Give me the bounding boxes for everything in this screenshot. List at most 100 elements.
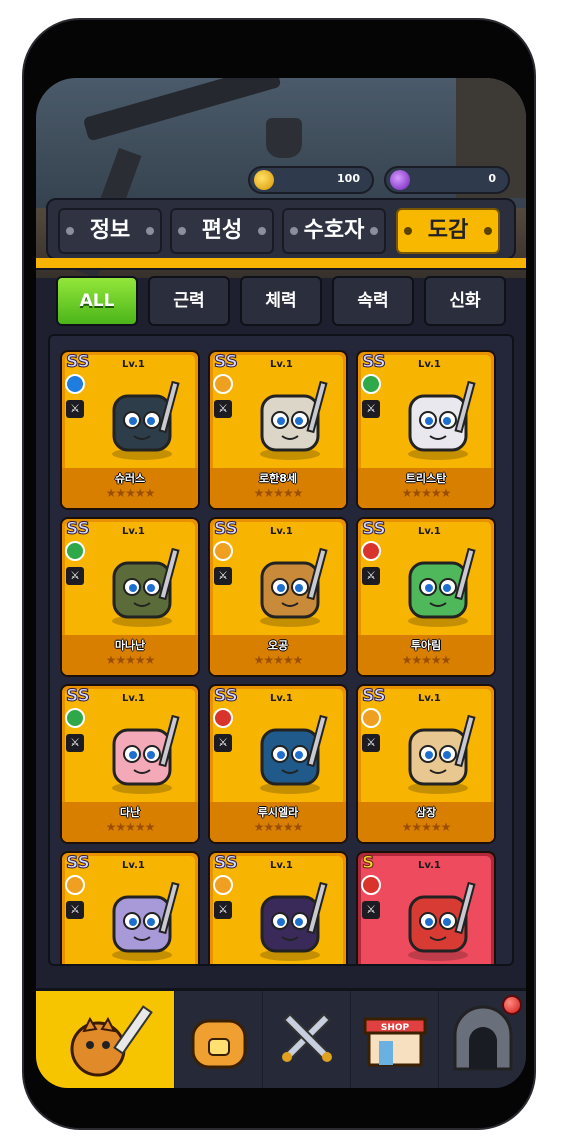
name-bar: 삼장 ★★★★★ [358,802,494,842]
crane-claw [266,118,302,158]
filter-mythic[interactable]: 신화 [424,276,506,326]
filter-strength[interactable]: 근력 [148,276,230,326]
hero-portrait [260,714,328,794]
gem-counter[interactable]: 0 [384,166,510,194]
star-rating: ★★★★★ [253,653,304,667]
hero-portrait [112,547,180,627]
rank-badge: SS [362,352,387,373]
level-label: Lv.1 [270,860,293,871]
fire-element-icon [361,541,381,561]
star-rating: ★★★★★ [401,653,452,667]
bow-class-icon: ⚔ [362,567,380,585]
main-tabs: 정보 편성 수호자 도감 [46,198,516,260]
crossed-swords-icon [282,1012,332,1062]
star-rating: ★★★★★ [253,820,304,834]
hero-card[interactable]: SS Lv.1 ⚔ 삼장 ★★★★★ [356,684,496,844]
tab-formation-label: 편성 [201,218,243,243]
name-bar: 트리스탄 ★★★★★ [358,468,494,508]
hero-name: 슈러스 [114,472,146,485]
tab-guardian-label: 수호자 [303,218,365,243]
rank-badge: SS [66,519,91,540]
bottom-nav: SHOP [36,988,526,1088]
tab-formation[interactable]: 편성 [170,208,274,254]
hero-card[interactable]: SS Lv.1 ⚔ 로한8세 ★★★★★ [208,350,348,510]
hero-portrait [408,547,476,627]
hero-portrait [260,547,328,627]
light-element-icon [65,875,85,895]
hero-card[interactable]: SS Lv.1 ⚔ [208,851,348,964]
sword-class-icon: ⚔ [66,567,84,585]
filter-all[interactable]: ALL [56,276,138,326]
fire-element-icon [361,875,381,895]
tab-collection[interactable]: 도감 [396,208,500,254]
rank-badge: SS [362,686,387,707]
nature-element-icon [65,541,85,561]
light-element-icon [213,541,233,561]
level-label: Lv.1 [270,526,293,537]
level-label: Lv.1 [270,693,293,704]
hero-card[interactable]: SS Lv.1 ⚔ 루시엘라 ★★★★★ [208,684,348,844]
nature-element-icon [65,708,85,728]
hero-portrait [408,881,476,961]
tab-guardian[interactable]: 수호자 [282,208,386,254]
nature-element-icon [361,374,381,394]
hero-name: 삼장 [415,806,437,819]
game-screen: 100 0 정보 편성 수호자 도감 ALL 근력 체력 속력 신화 SS Lv… [36,78,526,1088]
shield-class-icon: ⚔ [362,901,380,919]
hero-card[interactable]: SS Lv.1 ⚔ 마나난 ★★★★★ [60,517,200,677]
gold-coin-icon [254,170,274,190]
shop-label: SHOP [381,1023,410,1033]
star-rating: ★★★★★ [105,653,156,667]
hero-name: 로한8세 [258,472,297,485]
hero-card[interactable]: SS Lv.1 ⚔ 투아림 ★★★★★ [356,517,496,677]
level-label: Lv.1 [122,860,145,871]
notification-badge [502,995,522,1015]
star-rating: ★★★★★ [105,820,156,834]
level-label: Lv.1 [418,526,441,537]
rank-badge: SS [214,853,239,874]
rank-badge: SS [362,519,387,540]
filter-speed[interactable]: 속력 [332,276,414,326]
tab-bolt-right [258,227,266,235]
hero-card[interactable]: SS Lv.1 ⚔ [60,851,200,964]
hero-portrait [408,714,476,794]
star-rating: ★★★★★ [401,486,452,500]
hero-card[interactable]: S Lv.1 ⚔ [356,851,496,964]
hero-portrait [112,881,180,961]
hero-card[interactable]: SS Lv.1 ⚔ 트리스탄 ★★★★★ [356,350,496,510]
staff-class-icon: ⚔ [362,734,380,752]
rank-badge: SS [66,686,91,707]
hero-portrait [408,380,476,460]
filter-bar: ALL 근력 체력 속력 신화 [46,270,516,334]
nav-battle[interactable] [262,991,351,1088]
star-rating: ★★★★★ [105,486,156,500]
hero-name: 오공 [267,639,289,652]
sword-class-icon: ⚔ [362,400,380,418]
name-bar: 슈러스 ★★★★★ [62,468,198,508]
light-element-icon [213,374,233,394]
name-bar: 다난 ★★★★★ [62,802,198,842]
fire-element-icon [213,708,233,728]
gold-counter[interactable]: 100 [248,166,374,194]
hero-card[interactable]: SS Lv.1 ⚔ 오공 ★★★★★ [208,517,348,677]
tiger-hero-icon [70,1005,153,1077]
level-label: Lv.1 [418,860,441,871]
hero-card[interactable]: SS Lv.1 ⚔ 다난 ★★★★★ [60,684,200,844]
hero-card[interactable]: SS Lv.1 ⚔ 슈러스 ★★★★★ [60,350,200,510]
crane-arm [82,78,282,142]
tab-info[interactable]: 정보 [58,208,162,254]
nav-shop[interactable]: SHOP [350,991,439,1088]
hero-name: 마나난 [114,639,146,652]
rank-badge: SS [66,853,91,874]
collection-grid-panel[interactable]: SS Lv.1 ⚔ 슈러스 ★★★★★ SS Lv.1 ⚔ 로한8세 ★★★★★ SS Lv.1 ⚔ 트리… [48,334,514,966]
hero-portrait [260,380,328,460]
hero-name: 다난 [119,806,141,819]
filter-stamina[interactable]: 체력 [240,276,322,326]
star-rating: ★★★★★ [401,820,452,834]
tab-bolt-right [370,227,378,235]
nav-heroes[interactable] [36,991,174,1088]
level-label: Lv.1 [270,359,293,370]
nav-bag[interactable] [174,991,263,1088]
level-label: Lv.1 [418,693,441,704]
tab-bolt-right [484,227,492,235]
